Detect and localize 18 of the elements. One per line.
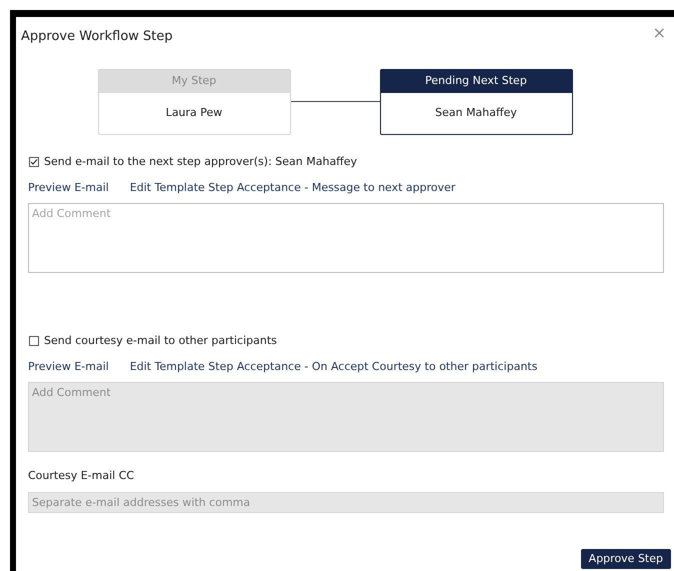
dialog-title: Approve Workflow Step: [21, 28, 173, 46]
check-icon: [30, 158, 38, 166]
checkbox-label: Send e-mail to the next step approver(s): Sean Mahaffey: [44, 154, 358, 170]
link[interactable]: Edit Template Step Acceptance - On Accept Courtesy to other participants: [130, 359, 538, 376]
step-assignee: Sean Mahaffey: [434, 104, 518, 121]
approve-button[interactable]: Approve Step: [580, 549, 671, 569]
checkbox-label: Send courtesy e-mail to other participants: [44, 332, 277, 348]
step-assignee: Laura Pew: [164, 104, 224, 121]
cc-label: Courtesy E-mail CC: [27, 468, 136, 484]
checkbox[interactable]: [29, 336, 39, 346]
close-button[interactable]: ×: [652, 25, 666, 41]
step-header: Pending Next Step: [380, 70, 572, 92]
link[interactable]: Edit Template Step Acceptance - Message to next approver: [130, 180, 456, 196]
link[interactable]: Preview E-mail: [28, 180, 109, 196]
link[interactable]: Preview E-mail: [28, 359, 109, 376]
checkbox[interactable]: [29, 156, 39, 167]
step-header: My Step: [98, 70, 290, 92]
comment-field[interactable]: Add Comment: [28, 202, 664, 272]
